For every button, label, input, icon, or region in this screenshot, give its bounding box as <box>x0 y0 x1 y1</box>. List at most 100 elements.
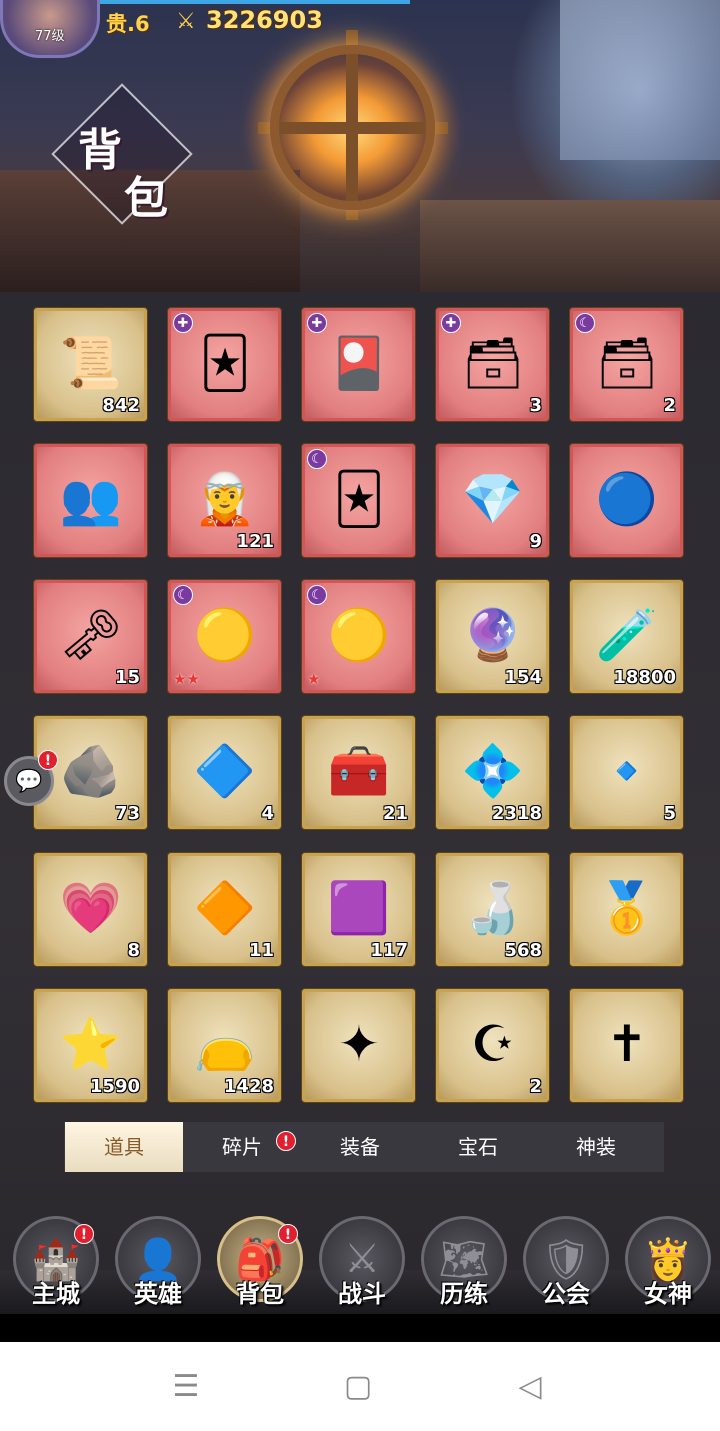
inventory-item[interactable]: ☪ 2 <box>436 989 549 1102</box>
pendant-icon: 🔹 <box>595 742 659 800</box>
item-count: 1590 <box>89 1076 140 1097</box>
inventory-item[interactable]: ✝ <box>570 989 683 1102</box>
chat-alert-badge: ! <box>38 750 58 770</box>
inventory-item[interactable]: 🧝 121 <box>168 444 281 557</box>
skill-book-icon: ☪ <box>470 1015 516 1073</box>
system-nav-bar: ☰ ▢ ◁ <box>0 1342 720 1431</box>
system-menu-button[interactable]: ☰ <box>146 1342 226 1431</box>
nav-alert-badge: ! <box>278 1224 298 1244</box>
bottom-nav: 🏰 主城! 👤 英雄 🎒 背包! ⚔ 战斗 🗺 历练 🛡 公会 👸 女神 <box>0 1210 720 1314</box>
treasure-chest-icon: 🧰 <box>327 742 391 800</box>
nav-label: 女神 <box>644 1280 692 1308</box>
item-count: 2 <box>529 1076 542 1097</box>
inventory-item[interactable]: 🧪 18800 <box>570 580 683 693</box>
skill-book-icon: ✝ <box>606 1015 648 1073</box>
nav-label: 历练 <box>440 1280 488 1308</box>
menu-icon: ☰ <box>172 1369 200 1404</box>
item-count: 121 <box>236 531 274 552</box>
inventory-item[interactable]: 🟡 ☾ ★★ <box>168 580 281 693</box>
inventory-item[interactable]: 💗 8 <box>34 853 147 966</box>
title-diamond-frame <box>51 83 193 225</box>
inventory-item[interactable]: 🔶 11 <box>168 853 281 966</box>
tab-0[interactable]: 道具 <box>65 1122 183 1172</box>
chat-bubble-icon: 💬 <box>15 768 43 794</box>
element-tag-icon: ✚ <box>441 313 461 333</box>
inventory-item[interactable]: 🧰 21 <box>302 716 415 829</box>
blue-gem-icon: 🔵 <box>595 470 659 528</box>
magic-cube-icon: 🟪 <box>327 879 391 937</box>
back-icon: ◁ <box>518 1369 542 1404</box>
inventory-item[interactable]: 🔵 <box>570 444 683 557</box>
inventory-grid: 📜 842 🃏 ✚ 🎴 ✚ 🗃 ✚ 3 🗃 ☾ 2 👥 🧝 121 🃏 ☾ 💎 9 🔵 🗝 15 🟡 ☾ ★★ 🟡 ☾ ★ 🔮 154 🧪 1… <box>34 308 694 1108</box>
inventory-item[interactable]: 🎴 ✚ <box>302 308 415 421</box>
item-count: 4 <box>261 803 274 824</box>
element-tag-icon: ☾ <box>173 585 193 605</box>
nav-button-6[interactable]: 👸 女神 <box>620 1210 714 1310</box>
tab-3[interactable]: 宝石 <box>419 1122 537 1172</box>
item-count: 18800 <box>613 667 676 688</box>
element-tag-icon: ☾ <box>307 449 327 469</box>
inventory-item[interactable]: 💠 2318 <box>436 716 549 829</box>
amber-ore-icon: 🪨 <box>59 742 123 800</box>
inventory-item[interactable]: 💎 9 <box>436 444 549 557</box>
inventory-item[interactable]: 🔮 154 <box>436 580 549 693</box>
inventory-item[interactable]: 🃏 ☾ <box>302 444 415 557</box>
hero-fragment-icon: 🧝 <box>193 470 257 528</box>
rune-stone-icon: 🔮 <box>461 606 525 664</box>
inventory-item[interactable]: 🟪 117 <box>302 853 415 966</box>
item-count: 117 <box>370 940 408 961</box>
vip-level: 贵.6 <box>106 12 150 36</box>
nav-button-4[interactable]: 🗺 历练 <box>416 1210 510 1310</box>
nav-button-0[interactable]: 🏰 主城! <box>8 1210 102 1310</box>
inventory-item[interactable]: 📜 842 <box>34 308 147 421</box>
inventory-item[interactable]: 🗃 ✚ 3 <box>436 308 549 421</box>
tab-2[interactable]: 装备 <box>301 1122 419 1172</box>
item-count: 2318 <box>491 803 542 824</box>
page-title-char: 背 <box>78 125 122 176</box>
elixir-bottle-icon: 🍶 <box>461 879 525 937</box>
system-back-button[interactable]: ◁ <box>490 1342 570 1431</box>
inventory-item[interactable]: 🔷 4 <box>168 716 281 829</box>
nav-label: 英雄 <box>134 1280 182 1308</box>
inventory-item[interactable]: ⭐ 1590 <box>34 989 147 1102</box>
inventory-item[interactable]: 👝 1428 <box>168 989 281 1102</box>
inventory-tabs: 道具 碎片 装备 宝石 神装 <box>64 1122 664 1172</box>
screen-gap <box>0 1314 720 1342</box>
inventory-item[interactable]: 🟡 ☾ ★ <box>302 580 415 693</box>
item-count: 3 <box>529 395 542 416</box>
card-box-icon: 🃏 <box>199 334 251 392</box>
nav-label: 主城 <box>32 1280 80 1308</box>
nav-button-5[interactable]: 🛡 公会 <box>518 1210 612 1310</box>
element-tag-icon: ✚ <box>173 313 193 333</box>
nav-label: 背包 <box>236 1280 284 1308</box>
nav-button-2[interactable]: 🎒 背包! <box>212 1210 306 1310</box>
gold-nugget-icon: 🥇 <box>595 879 659 937</box>
inventory-item[interactable]: 🃏 ✚ <box>168 308 281 421</box>
card-chest-icon: 🗃 <box>461 334 525 392</box>
inventory-item[interactable]: 🗃 ☾ 2 <box>570 308 683 421</box>
item-count: 2 <box>663 395 676 416</box>
prism-crystal-icon: 🔶 <box>193 879 257 937</box>
home-icon: ▢ <box>343 1369 373 1404</box>
combat-power: 3226903 <box>206 6 323 34</box>
star-rating: ★★ <box>173 670 200 688</box>
nav-button-3[interactable]: ⚔ 战斗 <box>314 1210 408 1310</box>
fragment-tab-alert-badge: ! <box>276 1131 296 1151</box>
nav-label: 战斗 <box>338 1280 386 1308</box>
heroes-portrait-icon: 👥 <box>59 470 123 528</box>
banner-lantern-wheel <box>270 45 435 210</box>
inventory-item[interactable]: 🗝 15 <box>34 580 147 693</box>
nav-button-1[interactable]: 👤 英雄 <box>110 1210 204 1310</box>
inventory-item[interactable]: 👥 <box>34 444 147 557</box>
inventory-item[interactable]: 🔹 5 <box>570 716 683 829</box>
banner-desk <box>420 200 720 292</box>
inventory-item[interactable]: 🍶 568 <box>436 853 549 966</box>
app-root: { "header": {"level": "77级", "vip": "贵.6… <box>0 0 720 1431</box>
banner-window <box>560 0 720 160</box>
inventory-item[interactable]: 🥇 <box>570 853 683 966</box>
system-home-button[interactable]: ▢ <box>318 1342 398 1431</box>
item-count: 21 <box>382 803 408 824</box>
tab-4[interactable]: 神装 <box>537 1122 655 1172</box>
page-title-char: 包 <box>124 173 168 224</box>
inventory-item[interactable]: ✦ <box>302 989 415 1102</box>
